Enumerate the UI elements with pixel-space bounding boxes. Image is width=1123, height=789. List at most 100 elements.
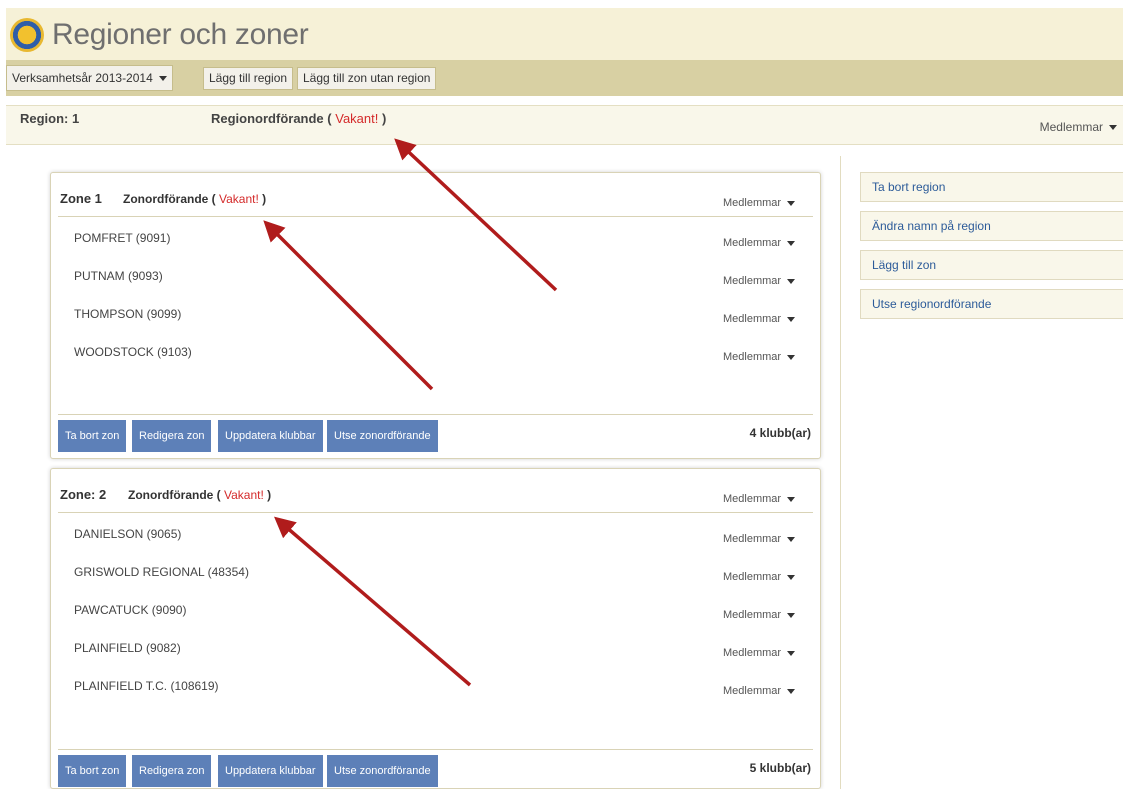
zone-leader-label: Zonordförande ( bbox=[123, 192, 216, 206]
club-row: PUTNAM (9093) Medlemmar bbox=[51, 266, 820, 304]
members-label: Medlemmar bbox=[723, 237, 782, 249]
appoint-zone-leader-button[interactable]: Utse zonordförande bbox=[327, 420, 438, 452]
members-label: Medlemmar bbox=[723, 493, 782, 505]
zone-leader-label: Zonordförande ( bbox=[128, 488, 221, 502]
club-name: WOODSTOCK (9103) bbox=[74, 345, 192, 359]
chevron-down-icon bbox=[787, 278, 796, 284]
zone-leader: Zonordförande ( Vakant! ) bbox=[128, 488, 271, 502]
chevron-down-icon bbox=[787, 316, 796, 322]
members-label: Medlemmar bbox=[723, 197, 782, 209]
add-zone-button[interactable]: Lägg till zon bbox=[860, 250, 1123, 280]
chevron-down-icon bbox=[787, 688, 796, 694]
page-title: Regioner och zoner bbox=[52, 18, 309, 51]
members-label: Medlemmar bbox=[723, 275, 782, 287]
members-label: Medlemmar bbox=[723, 685, 782, 697]
club-members-dropdown[interactable]: Medlemmar bbox=[723, 313, 796, 325]
club-members-dropdown[interactable]: Medlemmar bbox=[723, 351, 796, 363]
club-name: PAWCATUCK (9090) bbox=[74, 603, 187, 617]
club-row: PLAINFIELD T.C. (108619) Medlemmar bbox=[51, 676, 820, 714]
delete-zone-button[interactable]: Ta bort zon bbox=[58, 420, 127, 452]
zone-panel: Zone 1 Zonordförande ( Vakant! ) Medlemm… bbox=[50, 172, 821, 459]
page-header: Regioner och zoner bbox=[6, 8, 1123, 60]
lions-logo-icon bbox=[10, 18, 44, 52]
club-members-dropdown[interactable]: Medlemmar bbox=[723, 571, 796, 583]
zone-members-dropdown[interactable]: Medlemmar bbox=[723, 493, 796, 505]
zone-leader-suffix: ) bbox=[262, 192, 267, 206]
club-name: PUTNAM (9093) bbox=[74, 269, 163, 283]
members-label: Medlemmar bbox=[723, 571, 782, 583]
chevron-down-icon bbox=[787, 536, 796, 542]
club-name: POMFRET (9091) bbox=[74, 231, 171, 245]
region-leader-suffix: ) bbox=[381, 111, 387, 126]
region-bar: Region: 1 Regionordförande ( Vakant! ) M… bbox=[6, 105, 1123, 145]
edit-zone-button[interactable]: Redigera zon bbox=[132, 755, 212, 787]
zone-header: Zone 1 Zonordförande ( Vakant! ) Medlemm… bbox=[58, 173, 813, 217]
zone-header: Zone: 2 Zonordförande ( Vakant! ) Medlem… bbox=[58, 469, 813, 513]
zone-name: Zone 1 bbox=[60, 191, 102, 206]
members-label: Medlemmar bbox=[723, 609, 782, 621]
fiscal-year-label: Verksamhetsår 2013-2014 bbox=[12, 71, 153, 85]
edit-zone-button[interactable]: Redigera zon bbox=[132, 420, 212, 452]
zone-name: Zone: 2 bbox=[60, 487, 107, 502]
club-name: DANIELSON (9065) bbox=[74, 527, 182, 541]
appoint-zone-leader-button[interactable]: Utse zonordförande bbox=[327, 755, 438, 787]
chevron-down-icon bbox=[787, 354, 796, 360]
club-members-dropdown[interactable]: Medlemmar bbox=[723, 647, 796, 659]
zone-footer: Ta bort zon Redigera zon Uppdatera klubb… bbox=[58, 414, 813, 458]
members-label: Medlemmar bbox=[723, 533, 782, 545]
chevron-down-icon bbox=[158, 76, 167, 82]
members-label: Medlemmar bbox=[723, 647, 782, 659]
update-clubs-button[interactable]: Uppdatera klubbar bbox=[218, 420, 323, 452]
region-leader: Regionordförande ( Vakant! ) bbox=[211, 111, 386, 126]
zone-leader-status: Vakant! bbox=[224, 488, 264, 502]
club-name: GRISWOLD REGIONAL (48354) bbox=[74, 565, 249, 579]
members-label: Medlemmar bbox=[723, 313, 782, 325]
club-name: PLAINFIELD (9082) bbox=[74, 641, 181, 655]
club-row: WOODSTOCK (9103) Medlemmar bbox=[51, 342, 820, 380]
chevron-down-icon bbox=[787, 650, 796, 656]
zone-members-dropdown[interactable]: Medlemmar bbox=[723, 197, 796, 209]
club-members-dropdown[interactable]: Medlemmar bbox=[723, 533, 796, 545]
club-members-dropdown[interactable]: Medlemmar bbox=[723, 685, 796, 697]
zone-leader: Zonordförande ( Vakant! ) bbox=[123, 192, 266, 206]
region-leader-label: Regionordförande ( bbox=[211, 111, 332, 126]
region-members-label: Medlemmar bbox=[1039, 120, 1103, 134]
club-row: POMFRET (9091) Medlemmar bbox=[51, 228, 820, 266]
chevron-down-icon bbox=[1109, 125, 1117, 131]
chevron-down-icon bbox=[787, 574, 796, 580]
chevron-down-icon bbox=[787, 612, 796, 618]
rename-region-button[interactable]: Ändra namn på region bbox=[860, 211, 1123, 241]
club-name: PLAINFIELD T.C. (108619) bbox=[74, 679, 219, 693]
club-row: DANIELSON (9065) Medlemmar bbox=[51, 524, 820, 562]
chevron-down-icon bbox=[787, 240, 796, 246]
club-count: 4 klubb(ar) bbox=[749, 426, 811, 440]
club-row: PLAINFIELD (9082) Medlemmar bbox=[51, 638, 820, 676]
add-region-button[interactable]: Lägg till region bbox=[203, 67, 294, 90]
toolbar: Verksamhetsår 2013-2014 Lägg till region… bbox=[6, 60, 1123, 96]
zone-panel: Zone: 2 Zonordförande ( Vakant! ) Medlem… bbox=[50, 468, 821, 789]
add-zone-without-region-button[interactable]: Lägg till zon utan region bbox=[297, 67, 437, 90]
club-members-dropdown[interactable]: Medlemmar bbox=[723, 609, 796, 621]
club-row: GRISWOLD REGIONAL (48354) Medlemmar bbox=[51, 562, 820, 600]
delete-region-button[interactable]: Ta bort region bbox=[860, 172, 1123, 202]
chevron-down-icon bbox=[787, 496, 796, 502]
update-clubs-button[interactable]: Uppdatera klubbar bbox=[218, 755, 323, 787]
column-divider bbox=[840, 156, 841, 789]
zone-footer: Ta bort zon Redigera zon Uppdatera klubb… bbox=[58, 749, 813, 789]
club-members-dropdown[interactable]: Medlemmar bbox=[723, 275, 796, 287]
club-count: 5 klubb(ar) bbox=[749, 761, 811, 775]
region-members-dropdown[interactable]: Medlemmar bbox=[1040, 120, 1117, 134]
region-label: Region: 1 bbox=[20, 111, 80, 126]
appoint-region-leader-button[interactable]: Utse regionordförande bbox=[860, 289, 1123, 319]
zone-leader-suffix: ) bbox=[267, 488, 272, 502]
members-label: Medlemmar bbox=[723, 351, 782, 363]
fiscal-year-select[interactable]: Verksamhetsår 2013-2014 bbox=[6, 65, 173, 91]
club-row: PAWCATUCK (9090) Medlemmar bbox=[51, 600, 820, 638]
club-name: THOMPSON (9099) bbox=[74, 307, 182, 321]
region-leader-status: Vakant! bbox=[335, 111, 379, 126]
chevron-down-icon bbox=[787, 200, 796, 206]
club-row: THOMPSON (9099) Medlemmar bbox=[51, 304, 820, 342]
zone-leader-status: Vakant! bbox=[219, 192, 259, 206]
club-members-dropdown[interactable]: Medlemmar bbox=[723, 237, 796, 249]
delete-zone-button[interactable]: Ta bort zon bbox=[58, 755, 127, 787]
